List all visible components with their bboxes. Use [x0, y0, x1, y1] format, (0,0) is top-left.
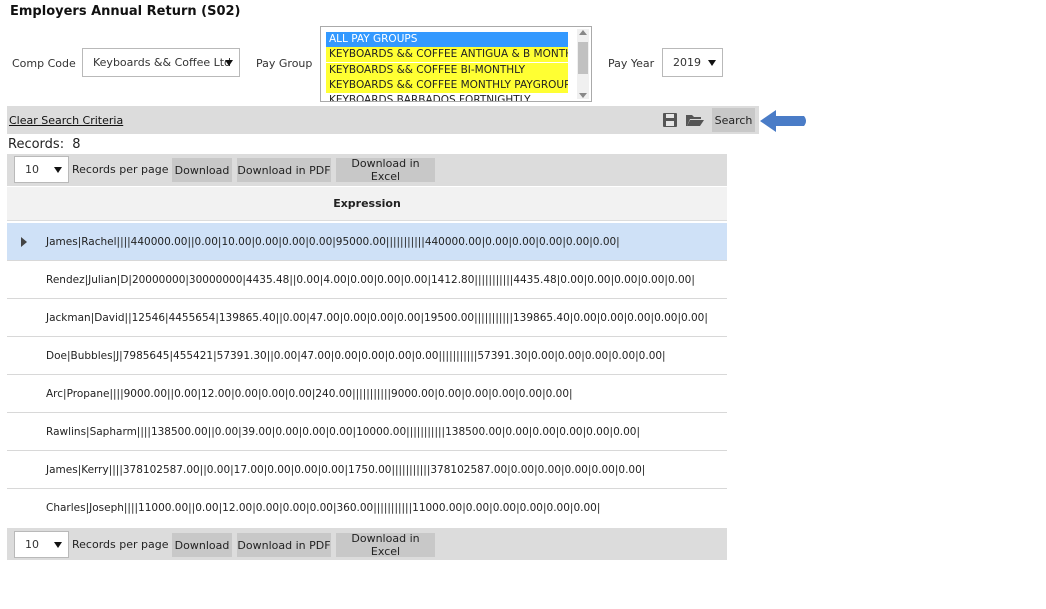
expression-cell: Doe|Bubbles|J|7985645|455421|57391.30||0…	[46, 349, 666, 362]
folder-open-icon[interactable]	[685, 112, 705, 128]
pay-group-option[interactable]: ALL PAY GROUPS	[326, 32, 568, 47]
per-page-label: Records per page	[72, 538, 169, 551]
table-row[interactable]: Doe|Bubbles|J|7985645|455421|57391.30||0…	[7, 337, 727, 375]
download-button[interactable]: Download	[172, 533, 232, 557]
expression-cell: James|Rachel||||440000.00||0.00|10.00|0.…	[46, 235, 620, 248]
page-title: Employers Annual Return (S02)	[10, 4, 241, 19]
save-icon[interactable]	[662, 112, 678, 128]
chevron-down-icon	[54, 541, 62, 548]
download-pdf-button[interactable]: Download in PDF	[237, 533, 331, 557]
pay-group-option[interactable]: KEYBOARDS && COFFEE ANTIGUA & B MONTHLY	[326, 47, 568, 62]
expression-cell: Rendez|Julian|D|20000000|30000000|4435.4…	[46, 273, 695, 286]
download-button[interactable]: Download	[172, 158, 232, 182]
chevron-down-icon	[225, 59, 233, 66]
expression-cell: James|Kerry||||378102587.00||0.00|17.00|…	[46, 463, 646, 476]
expression-cell: Jackman|David||12546|4455654|139865.40||…	[46, 311, 708, 324]
expression-cell: Charles|Joseph||||11000.00||0.00|12.00|0…	[46, 502, 601, 514]
chevron-down-icon	[54, 166, 62, 173]
download-pdf-button[interactable]: Download in PDF	[237, 158, 331, 182]
expand-row-icon[interactable]	[21, 236, 27, 247]
table-row[interactable]: Charles|Joseph||||11000.00||0.00|12.00|0…	[7, 489, 727, 527]
table-row[interactable]: Jackman|David||12546|4455654|139865.40||…	[7, 299, 727, 337]
clear-search-link[interactable]: Clear Search Criteria	[9, 114, 123, 127]
pay-year-value: 2019	[673, 56, 701, 69]
expression-cell: Arc|Propane||||9000.00||0.00|12.00|0.00|…	[46, 387, 573, 400]
search-button[interactable]: Search	[712, 108, 755, 132]
download-excel-button[interactable]: Download in Excel	[336, 532, 435, 558]
chevron-down-icon	[708, 59, 716, 66]
pay-group-option[interactable]: KEYBOARDS BARBADOS FORTNIGHTLY	[326, 93, 568, 101]
pay-year-select[interactable]: 2019	[662, 48, 723, 77]
expression-cell: Rawlins|Sapharm||||138500.00||0.00|39.00…	[46, 425, 640, 438]
table-row[interactable]: James|Rachel||||440000.00||0.00|10.00|0.…	[7, 223, 727, 261]
per-page-select[interactable]: 10	[14, 156, 69, 183]
table-header: Expression	[7, 187, 727, 221]
table-row[interactable]: Arc|Propane||||9000.00||0.00|12.00|0.00|…	[7, 375, 727, 413]
comp-code-select[interactable]: Keyboards && Coffee Ltd	[82, 48, 240, 77]
column-header-expression[interactable]: Expression	[333, 197, 401, 210]
records-value: 8	[72, 137, 81, 152]
pay-year-label: Pay Year	[608, 57, 655, 70]
per-page-value: 10	[25, 538, 39, 551]
records-label: Records:	[8, 137, 65, 152]
per-page-label: Records per page	[72, 163, 169, 176]
pay-group-listbox[interactable]: ALL PAY GROUPS KEYBOARDS && COFFEE ANTIG…	[320, 26, 592, 102]
records-count: Records: 8	[8, 137, 81, 152]
table-row[interactable]: Rawlins|Sapharm||||138500.00||0.00|39.00…	[7, 413, 727, 451]
per-page-select[interactable]: 10	[14, 531, 69, 558]
per-page-value: 10	[25, 163, 39, 176]
scroll-down-icon[interactable]	[579, 93, 587, 98]
download-excel-button[interactable]: Download in Excel	[336, 157, 435, 183]
pay-group-label: Pay Group	[256, 57, 313, 70]
pay-group-option[interactable]: KEYBOARDS && COFFEE MONTHLY PAYGROUP	[326, 78, 568, 93]
listbox-scroll-thumb[interactable]	[578, 42, 588, 74]
comp-code-label: Comp Code	[12, 57, 76, 70]
pay-group-option[interactable]: KEYBOARDS && COFFEE BI-MONTHLY	[326, 63, 568, 78]
comp-code-value: Keyboards && Coffee Ltd	[93, 56, 232, 69]
table-row[interactable]: Rendez|Julian|D|20000000|30000000|4435.4…	[7, 261, 727, 299]
pointer-arrow-icon	[758, 107, 810, 135]
table-row[interactable]: James|Kerry||||378102587.00||0.00|17.00|…	[7, 451, 727, 489]
scroll-up-icon[interactable]	[579, 30, 587, 35]
